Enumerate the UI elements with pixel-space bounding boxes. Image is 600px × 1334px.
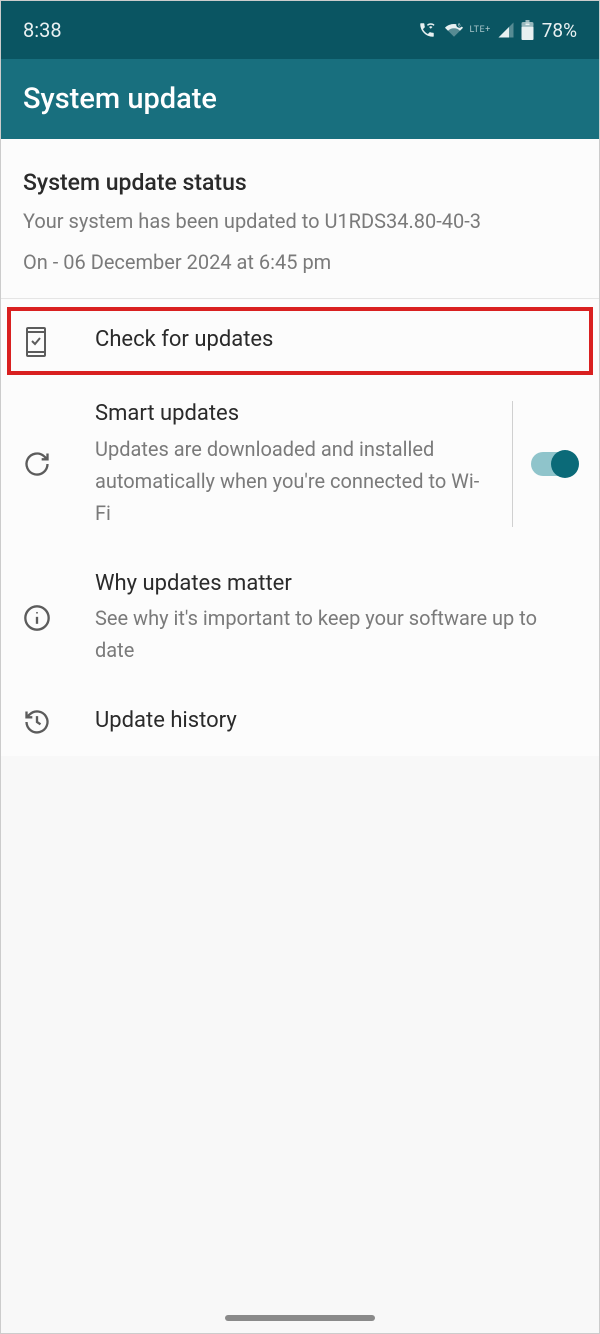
wifi-icon: 6 <box>443 21 465 39</box>
update-status-section: System update status Your system has bee… <box>1 139 599 299</box>
item-divider <box>512 401 513 527</box>
smart-updates-item[interactable]: Smart updates Updates are downloaded and… <box>1 379 599 549</box>
status-heading: System update status <box>23 169 577 196</box>
signal-icon <box>497 21 515 39</box>
smart-updates-subtitle: Updates are downloaded and installed aut… <box>95 433 494 529</box>
check-updates-item[interactable]: Check for updates <box>7 307 593 375</box>
why-updates-item[interactable]: Why updates matter See why it's importan… <box>1 549 599 687</box>
status-time: 8:38 <box>23 18 62 42</box>
smart-updates-label: Smart updates <box>95 399 494 429</box>
device-check-icon <box>23 327 63 357</box>
battery-percent: 78% <box>542 19 577 42</box>
why-updates-subtitle: See why it's important to keep your soft… <box>95 602 565 666</box>
check-updates-label: Check for updates <box>95 325 565 355</box>
status-indicators: 6 LTE+ 78% <box>417 19 577 42</box>
navigation-handle[interactable] <box>225 1315 375 1321</box>
lte-indicator: LTE+ <box>469 25 490 35</box>
status-date: On - 06 December 2024 at 6:45 pm <box>23 250 577 274</box>
status-bar: 8:38 6 LTE+ 78% <box>1 1 599 59</box>
refresh-icon <box>23 450 63 478</box>
battery-icon <box>521 20 534 40</box>
history-icon <box>23 708 63 736</box>
update-history-item[interactable]: Update history <box>1 686 599 756</box>
app-header: System update <box>1 59 599 139</box>
info-icon <box>23 604 63 632</box>
status-description: Your system has been updated to U1RDS34.… <box>23 206 577 236</box>
page-title: System update <box>23 82 217 116</box>
wifi-calling-icon <box>417 21 437 39</box>
smart-updates-toggle[interactable] <box>531 452 577 476</box>
update-history-label: Update history <box>95 706 565 736</box>
why-updates-label: Why updates matter <box>95 569 565 599</box>
settings-list: Check for updates Smart updates Updates … <box>1 307 599 756</box>
content-area: System update status Your system has bee… <box>1 139 599 756</box>
